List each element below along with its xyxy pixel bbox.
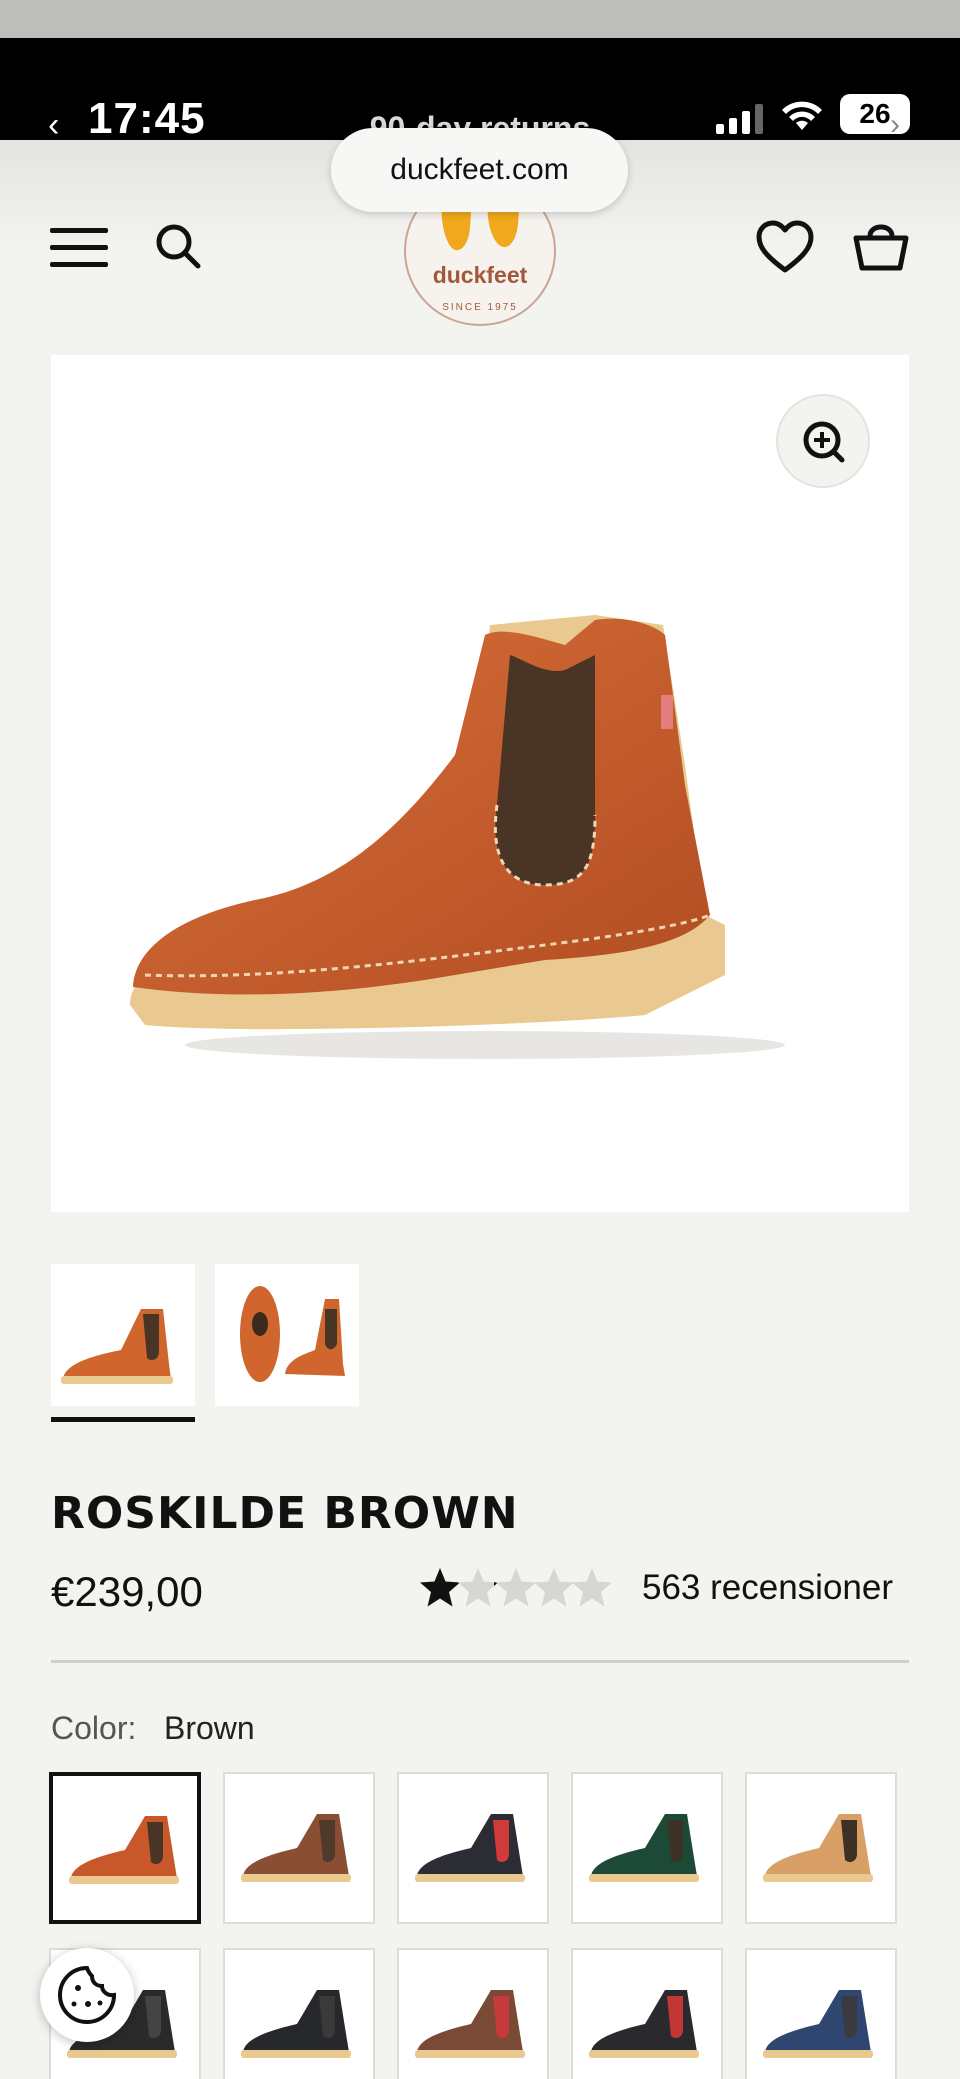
product-price: €239,00	[51, 1568, 203, 1615]
search-icon[interactable]	[154, 222, 202, 270]
cart-basket-icon[interactable]	[852, 216, 910, 274]
cookie-settings-button[interactable]	[40, 1948, 134, 2042]
product-title: ROSKILDE BROWN	[51, 1488, 519, 1539]
logo-since: SINCE 1975	[442, 302, 518, 313]
star-filled	[420, 1568, 460, 1607]
color-swatch-navy-red[interactable]	[397, 1772, 549, 1924]
chelsea-boot-illustration	[130, 615, 785, 1059]
color-label: Color:	[51, 1710, 137, 1746]
status-bar: ‹ 17:45 90-day returns 26 ›	[0, 38, 960, 146]
swatch-boot-image	[69, 1816, 179, 1884]
thumbnail-boot-side	[61, 1309, 173, 1384]
top-strip	[0, 0, 960, 38]
url-bar[interactable]: duckfeet.com	[331, 128, 628, 212]
swatch-boot-image	[415, 1814, 525, 1882]
color-swatch-green[interactable]	[571, 1772, 723, 1924]
star-empty	[496, 1568, 536, 1607]
swatch-boot-image	[763, 1814, 873, 1882]
wifi-icon	[782, 101, 822, 130]
cookie-icon	[57, 1965, 117, 2025]
rating-stars[interactable]	[418, 1566, 618, 1610]
star-empty	[534, 1568, 574, 1607]
swatch-boot-image	[241, 1814, 351, 1882]
color-swatch-brown[interactable]	[49, 1772, 201, 1924]
star-empty	[572, 1568, 612, 1607]
cellular-signal-icon	[716, 104, 763, 134]
swatch-boot-image	[415, 1990, 525, 2058]
color-swatch-tan[interactable]	[745, 1772, 897, 1924]
color-swatch-black-red[interactable]	[571, 1948, 723, 2079]
wishlist-heart-icon[interactable]	[756, 220, 814, 274]
color-swatch-charcoal[interactable]	[223, 1948, 375, 2079]
color-swatch-chestnut[interactable]	[223, 1772, 375, 1924]
logo-wordmark: duckfeet	[432, 262, 528, 288]
swatch-boot-image	[763, 1990, 873, 2058]
divider	[51, 1660, 909, 1663]
review-count-link[interactable]: 563 recensioner	[642, 1568, 893, 1608]
color-swatch-blue[interactable]	[745, 1948, 897, 2079]
forward-chevron-icon[interactable]: ›	[890, 108, 900, 142]
swatch-boot-image	[241, 1990, 351, 2058]
thumbnail-boot-pair	[240, 1286, 345, 1382]
menu-icon[interactable]	[50, 228, 108, 268]
thumbnail-2[interactable]	[215, 1264, 359, 1406]
color-value: Brown	[164, 1710, 255, 1746]
zoom-in-icon	[803, 421, 845, 463]
color-swatch-brown-red[interactable]	[397, 1948, 549, 2079]
thumbnail-active-indicator	[51, 1417, 195, 1422]
swatch-boot-image	[589, 1814, 699, 1882]
zoom-button[interactable]	[776, 394, 870, 488]
swatch-boot-image	[589, 1990, 699, 2058]
thumbnail-1[interactable]	[51, 1264, 195, 1406]
star-empty	[458, 1568, 498, 1607]
